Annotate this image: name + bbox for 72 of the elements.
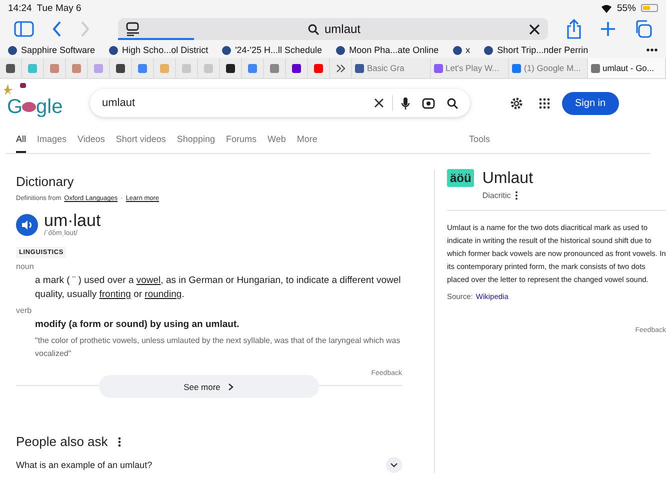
section-heading: Dictionary [16,174,75,189]
definition-link[interactable]: vowel [136,275,161,286]
example-text: "the color of prothetic vowels, unless umlauted by the next syllable, was that of the laryngeal which was vocalized" [34,335,402,360]
back-icon[interactable] [52,21,62,37]
bookmark-link[interactable]: '24-'25 H...ll Schedule [222,45,322,55]
more-vertical-icon[interactable] [118,436,121,446]
search-icon [308,24,320,34]
bookmark-favicon-icon [8,46,17,54]
bookmark-favicon-icon [336,46,346,54]
apps-grid-icon[interactable] [539,98,550,108]
definition-link[interactable]: fronting [99,289,131,300]
tab[interactable]: Basic Gra [352,58,430,78]
bookmark-favicon-icon [452,46,462,54]
search-tab[interactable]: Images [37,134,67,153]
bookmark-link[interactable]: Moon Pha...ate Online [336,45,439,55]
address-text: umlaut [324,22,361,36]
page-menu-icon[interactable] [126,22,140,36]
expand-icon[interactable] [386,457,402,473]
panel-title: Umlaut [482,170,534,188]
section-heading: People also ask [16,434,108,449]
plus-icon[interactable] [600,21,616,37]
battery-icon [641,4,658,12]
search-tab[interactable]: Web [267,134,286,153]
panel-subtitle: Diacritic [482,191,511,200]
search-icon[interactable] [447,98,458,108]
bookmark-link[interactable]: Short Trip...nder Perrin [484,45,588,55]
tab[interactable]: umlaut - Go... [588,58,666,78]
date-text: Tue May 6 [36,2,82,14]
share-icon[interactable] [566,19,582,39]
address-bar[interactable]: umlaut [118,18,548,40]
camera-icon[interactable] [422,97,435,109]
search-tab[interactable]: Forums [226,134,256,153]
search-tab[interactable]: All [16,134,26,153]
search-tab[interactable]: Short videos [116,134,166,153]
tools-link[interactable]: Tools [468,134,490,153]
bookmark-favicon-icon [484,46,494,54]
double-chevron-icon [336,64,346,72]
definition-text: modify (a form or sound) by using an umlaut. [34,318,240,332]
diacritic-badge: äöü [447,169,474,187]
bookmark-link[interactable]: Sapphire Software [8,45,96,55]
google-doodle-logo: G gle [4,83,64,117]
wifi-icon [600,4,612,12]
headword: um·laut [44,212,101,230]
battery-percentage: 55% [616,2,636,14]
search-tab[interactable]: Videos [78,134,105,153]
bookmark-link[interactable]: High Scho...ol District [109,45,208,55]
speaker-icon[interactable] [16,214,38,236]
more-vertical-icon[interactable] [514,191,518,200]
question-text[interactable]: What is an example of an umlaut? [16,460,152,470]
bookmark-favicon-icon [222,46,232,54]
definition-text: a mark ( ¨ ) used over a vowel, as in German or Hungarian, to indicate a different vowel quality, usually fronting or rounding. [34,274,402,302]
bookmark-favicon-icon [109,46,118,54]
settings-icon[interactable] [510,96,523,110]
search-tab[interactable]: Shopping [176,134,215,153]
microphone-icon[interactable] [401,96,410,110]
bookmark-link[interactable]: x [452,45,470,55]
more-icon[interactable] [646,48,658,52]
tab[interactable]: (1) Google M... [509,58,588,78]
search-tab[interactable]: More [296,134,318,153]
part-of-speech: verb [16,306,33,315]
close-icon[interactable] [529,24,540,34]
definition-link[interactable]: rounding [144,289,182,300]
see-more-button[interactable]: See more [99,375,319,398]
part-of-speech: noun [16,262,35,271]
sign-in-button[interactable]: Sign in [562,92,619,114]
clock-time: 14:24 [8,2,32,14]
search-field[interactable]: umlaut [90,89,470,117]
tabs-overview-icon[interactable] [634,20,652,38]
sidebar-icon[interactable] [14,21,34,37]
tab[interactable]: Let's Play W... [430,58,509,78]
chevron-icon [228,382,234,390]
clear-icon[interactable] [374,98,384,108]
